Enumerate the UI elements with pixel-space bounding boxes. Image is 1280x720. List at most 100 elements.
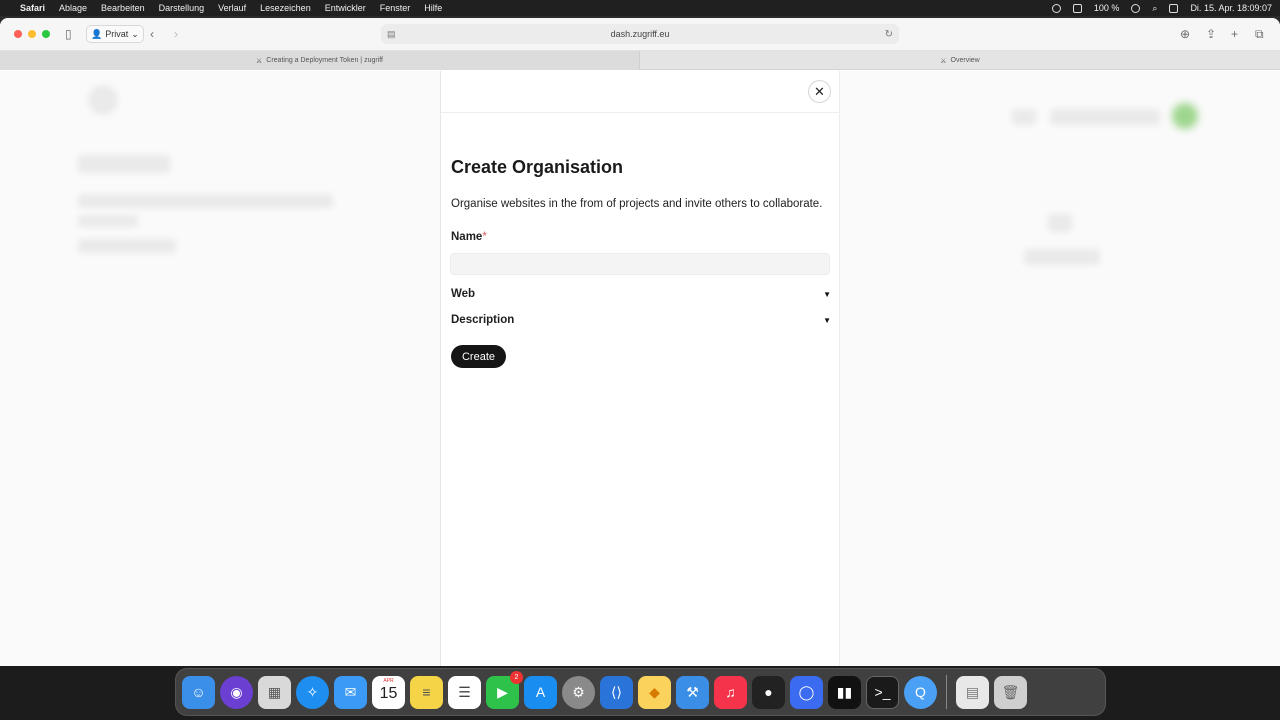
music-icon[interactable]: ♫: [714, 675, 747, 709]
new-tab-icon[interactable]: +: [1231, 27, 1238, 41]
control-center-icon[interactable]: [1169, 3, 1179, 13]
notification-badge: 2: [510, 670, 523, 684]
menu-fenster[interactable]: Fenster: [380, 3, 411, 13]
tab-overview-icon[interactable]: ⧉: [1255, 27, 1264, 41]
signal-icon[interactable]: ◯: [790, 675, 823, 709]
blurred-nav: [1050, 109, 1160, 125]
caret-down-icon: ▼: [823, 289, 831, 299]
calendar-icon[interactable]: APR 15: [372, 675, 405, 709]
reminders-icon[interactable]: ☰: [448, 675, 481, 709]
status-area: 100 % ⌕ Di. 15. Apr. 18:09:07: [1051, 0, 1272, 16]
safari-icon[interactable]: ✧: [296, 675, 329, 709]
notes-icon[interactable]: ≡: [410, 675, 443, 709]
mail-icon[interactable]: ✉: [334, 675, 367, 709]
sidebar-toggle-icon[interactable]: ▯: [65, 27, 72, 41]
page-icon: ▤: [387, 28, 396, 39]
menu-darstellung[interactable]: Darstellung: [159, 3, 205, 13]
tab-label: Creating a Deployment Token | zugriff: [266, 57, 383, 64]
quicktime-icon[interactable]: Q: [904, 675, 937, 709]
close-button[interactable]: ✕: [808, 80, 831, 103]
menu-app-safari[interactable]: Safari: [20, 3, 45, 13]
blurred-avatar: [1172, 103, 1198, 129]
tab-bar: ⚔ Creating a Deployment Token | zugriff …: [0, 51, 1280, 70]
search-icon[interactable]: ⌕: [1152, 3, 1157, 14]
dock-separator: [946, 675, 947, 709]
panel-title: Create Organisation: [451, 157, 624, 177]
panel-description: Organise websites in the from of project…: [451, 198, 823, 210]
launchpad-icon[interactable]: ▦: [258, 675, 291, 709]
menu-lesezeichen[interactable]: Lesezeichen: [260, 3, 311, 13]
terminal-icon[interactable]: >_: [866, 675, 899, 709]
zoom-window-button[interactable]: [42, 30, 50, 38]
menu-ablage[interactable]: Ablage: [59, 3, 87, 13]
close-icon: ✕: [814, 83, 825, 99]
download-icon[interactable]: ⊕: [1180, 27, 1190, 41]
blurred-logo: [88, 85, 118, 115]
menu-bearbeiten[interactable]: Bearbeiten: [101, 3, 145, 13]
facetime-icon[interactable]: ▶ 2: [486, 670, 523, 709]
dock: ☺ ◉ ▦ ✧ ✉ APR 15 ≡ ☰ ▶ 2 A ⚙ ⟨⟩ ◆ ⚒ ♫ ● …: [175, 668, 1106, 716]
description-label: Description: [451, 314, 515, 326]
person-icon: 👤: [91, 28, 103, 39]
forward-icon[interactable]: ›: [174, 27, 178, 41]
wifi-icon[interactable]: [1131, 3, 1141, 13]
web-section-toggle[interactable]: Web ▼: [451, 286, 831, 302]
profile-label: Privat: [105, 29, 129, 39]
close-window-button[interactable]: [14, 30, 22, 38]
blurred-heading: [78, 155, 170, 173]
calendar-day: 15: [379, 684, 398, 702]
app-icon[interactable]: ▮▮: [828, 675, 861, 709]
menu-bar: Safari Ablage Bearbeiten Darstellung Ver…: [0, 0, 1280, 16]
web-label: Web: [451, 288, 476, 300]
description-section-toggle[interactable]: Description ▼: [451, 312, 831, 328]
tab-overview[interactable]: ⚔ Overview: [640, 51, 1280, 70]
clock-label[interactable]: Di. 15. Apr. 18:09:07: [1190, 3, 1272, 13]
safari-window: ▯ 👤 Privat ⌄ ‹ › ▤ dash.zugriff.eu ↻ ⊕ ⇪…: [0, 18, 1280, 666]
sketch-icon[interactable]: ◆: [638, 675, 671, 709]
browser-toolbar: ▯ 👤 Privat ⌄ ‹ › ▤ dash.zugriff.eu ↻ ⊕ ⇪…: [0, 18, 1280, 51]
xcode-icon[interactable]: ⚒: [676, 675, 709, 709]
address-bar[interactable]: ▤ dash.zugriff.eu ↻: [381, 24, 899, 44]
chevron-down-icon: ⌄: [131, 28, 139, 39]
app-store-icon[interactable]: A: [524, 675, 557, 709]
blurred-text: [78, 239, 176, 253]
name-input[interactable]: [450, 253, 830, 275]
blurred-text: [1024, 249, 1100, 265]
url-text: dash.zugriff.eu: [610, 29, 670, 39]
tab-label: Overview: [950, 57, 980, 64]
name-label-text: Name: [451, 231, 483, 243]
site-favicon-icon: ⚔: [940, 57, 947, 65]
calendar-month: APR: [383, 677, 394, 684]
blurred-nav: [1012, 109, 1036, 125]
blurred-text: [78, 194, 333, 208]
bluetooth-icon[interactable]: [1072, 3, 1082, 13]
panel-divider: [441, 112, 841, 113]
password-manager-icon[interactable]: ●: [752, 675, 785, 709]
blurred-icon: [1048, 214, 1072, 232]
site-favicon-icon: ⚔: [255, 57, 263, 65]
create-organisation-panel: ✕ Create Organisation Organise websites …: [440, 71, 841, 666]
back-icon[interactable]: ‹: [150, 27, 154, 41]
system-settings-icon[interactable]: ⚙: [562, 675, 595, 709]
menu-hilfe[interactable]: Hilfe: [424, 3, 442, 13]
record-icon[interactable]: [1051, 3, 1061, 13]
documents-folder-icon[interactable]: ▤: [956, 675, 989, 709]
page-content: ✕ Create Organisation Organise websites …: [0, 71, 1280, 666]
required-mark: *: [482, 231, 487, 243]
reload-icon[interactable]: ↻: [885, 29, 893, 40]
battery-label[interactable]: 100 %: [1094, 3, 1120, 13]
minimize-window-button[interactable]: [28, 30, 36, 38]
name-label: Name*: [451, 231, 487, 243]
profile-selector[interactable]: 👤 Privat ⌄: [86, 25, 144, 43]
caret-down-icon: ▼: [823, 315, 831, 325]
vscode-icon[interactable]: ⟨⟩: [600, 675, 633, 709]
siri-icon[interactable]: ◉: [220, 675, 253, 709]
share-icon[interactable]: ⇪: [1206, 27, 1216, 41]
menu-verlauf[interactable]: Verlauf: [218, 3, 246, 13]
blurred-text: [78, 215, 138, 227]
menu-entwickler[interactable]: Entwickler: [325, 3, 366, 13]
tab-deployment-token[interactable]: ⚔ Creating a Deployment Token | zugriff: [0, 51, 640, 70]
trash-icon[interactable]: 🗑: [994, 675, 1027, 709]
create-button[interactable]: Create: [451, 345, 506, 368]
finder-icon[interactable]: ☺: [182, 675, 215, 709]
